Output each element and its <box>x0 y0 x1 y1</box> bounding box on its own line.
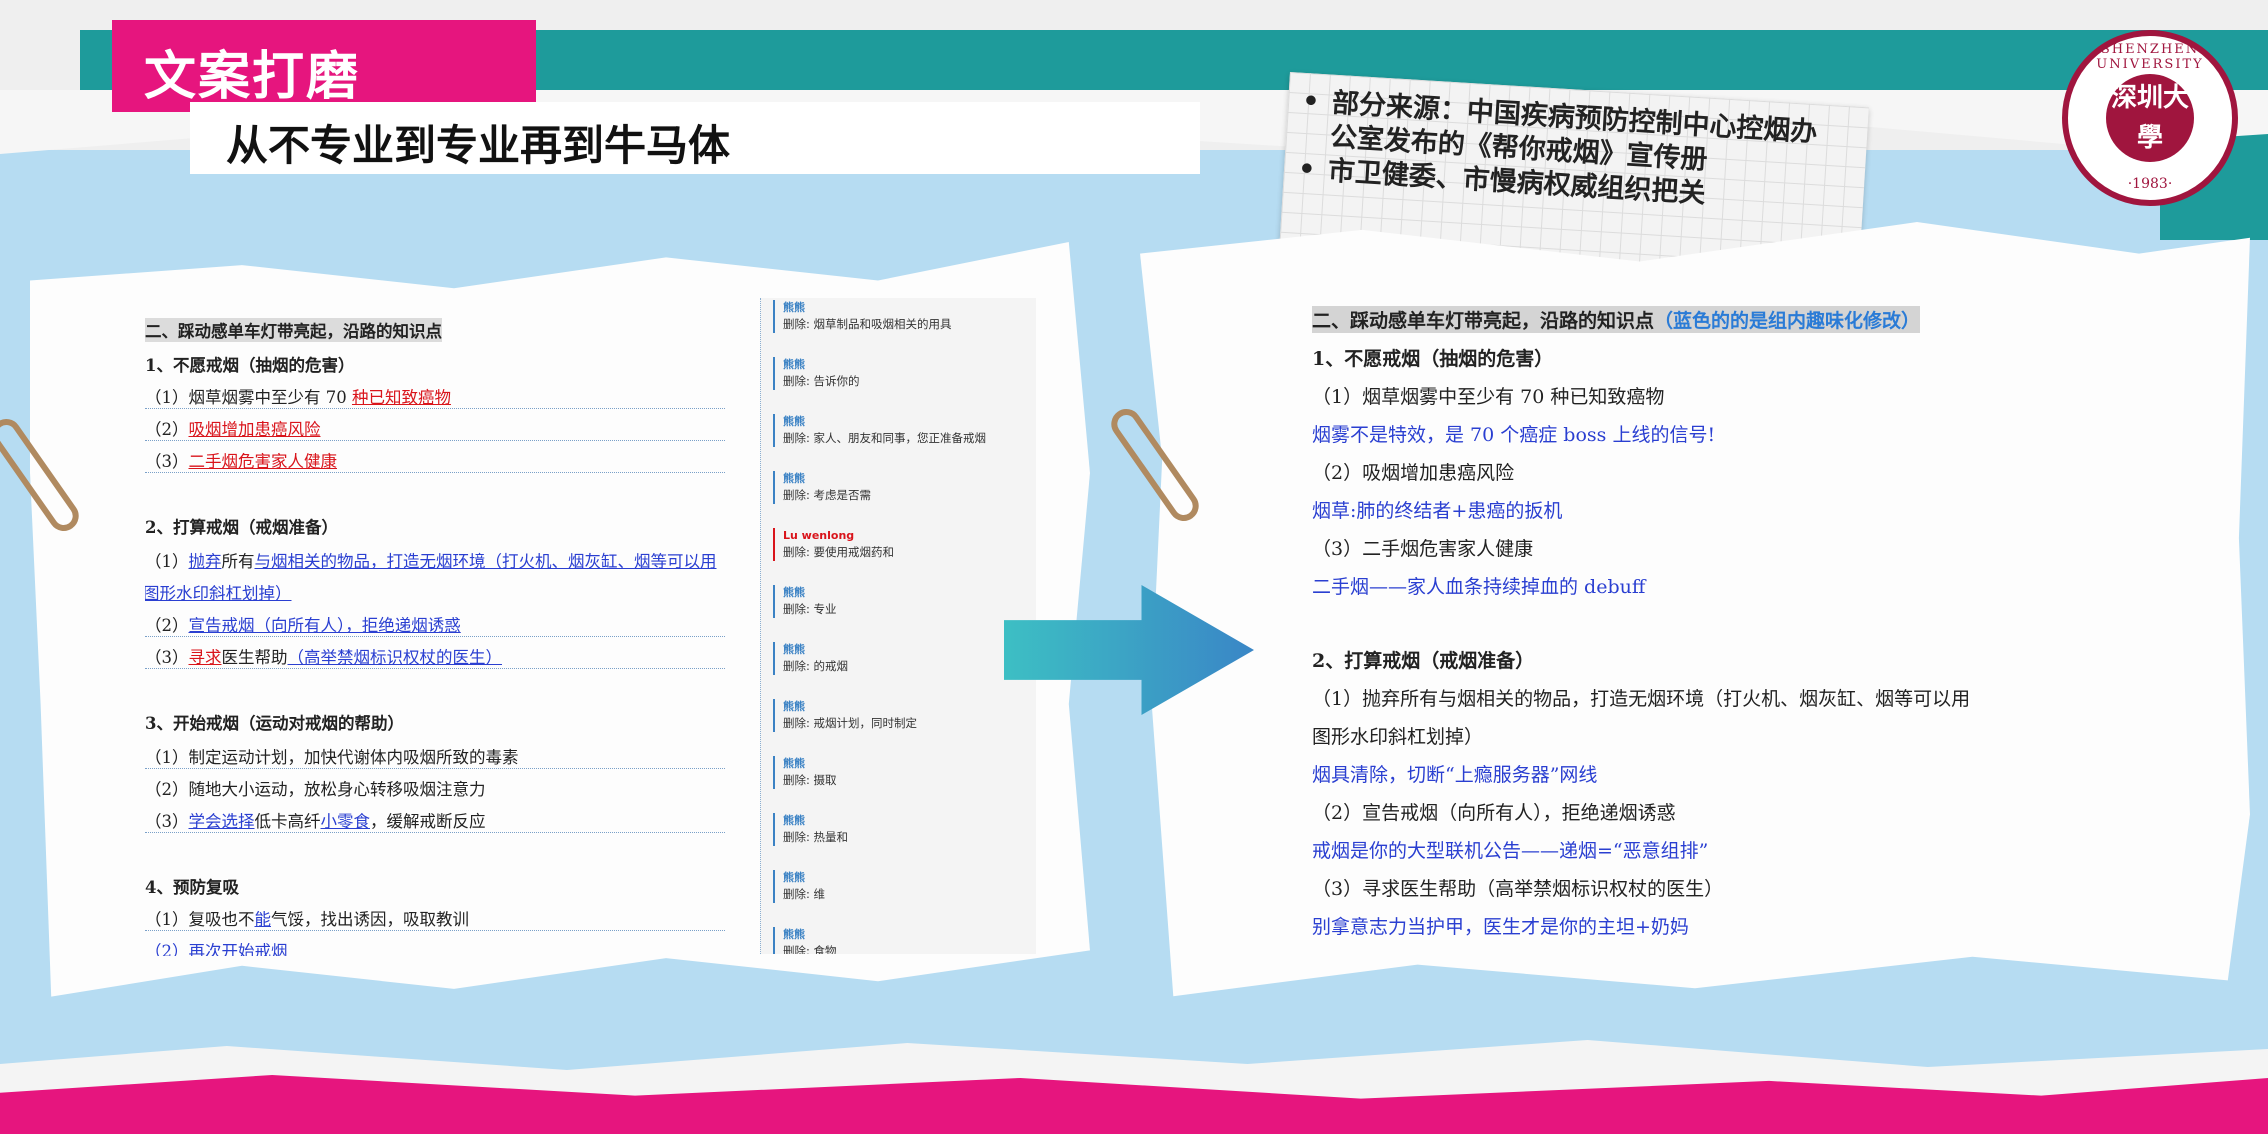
title-banner: 文案打磨 <box>112 20 536 112</box>
logo-center-text: 深圳大學 <box>2110 83 2189 153</box>
doc-line: （3）寻求医生帮助（高举禁烟标识权杖的医生） <box>1312 878 1724 900</box>
comment: 熊熊 删除: 专业 <box>773 585 1036 618</box>
doc-line: （2）再次开始戒烟 <box>145 942 288 956</box>
section-title: 3、开始戒烟（运动对戒烟的帮助） <box>145 714 404 733</box>
comment: 熊熊 删除: 考虑是否需 <box>773 471 1036 504</box>
fun-rewrite: 戒烟是你的大型联机公告——递烟=“恶意组排” <box>1312 840 1709 862</box>
doc-line: 图形水印斜杠划掉） <box>145 584 292 603</box>
doc-line: （2）吸烟增加患癌风险 <box>1312 462 1515 484</box>
doc-line: （1）抛弃所有与烟相关的物品，打造无烟环境（打火机、烟灰缸、烟等可以用 <box>145 552 717 571</box>
doc-line: （3）学会选择低卡高纤小零食，缓解戒断反应 <box>145 808 725 833</box>
fun-rewrite: 烟具清除，切断“上瘾服务器”网线 <box>1312 764 1598 786</box>
logo-year: ·1983· <box>2127 176 2173 192</box>
section-title: 4、预防复吸 <box>145 878 239 897</box>
doc-line: （3）二手烟危害家人健康 <box>145 448 725 473</box>
comment: 熊熊 删除: 维 <box>773 870 1036 903</box>
doc-line: （1）烟草烟雾中至少有 70 种已知致癌物 <box>145 384 725 409</box>
fun-rewrite: 二手烟——家人血条持续掉血的 debuff <box>1312 576 1646 598</box>
comment: 熊熊 删除: 热量和 <box>773 813 1036 846</box>
doc-line: （2）随地大小运动，放松身心转移吸烟注意力 <box>145 780 486 799</box>
doc-line: （1）制定运动计划，加快代谢体内吸烟所致的毒素 <box>145 744 725 769</box>
revised-document: 二、踩动感单车灯带亮起，沿路的知识点（蓝色的的是组内趣味化修改） 1、不愿戒烟（… <box>1312 302 2072 942</box>
university-logo: SHENZHEN UNIVERSITY 深圳大學 ·1983· <box>2062 30 2238 206</box>
section-title: 2、打算戒烟（戒烟准备） <box>1312 650 1535 672</box>
fun-rewrite: 别拿意志力当护甲，医生才是你的主坦+奶妈 <box>1312 916 1689 938</box>
section-title: 1、不愿戒烟（抽烟的危害） <box>1312 348 1554 370</box>
comment: Lu wenlong 删除: 要使用戒烟药和 <box>773 528 1036 561</box>
comment: 熊熊 删除: 戒烟计划，同时制定 <box>773 699 1036 732</box>
doc-line: （3）二手烟危害家人健康 <box>1312 538 1534 560</box>
comment: 熊熊 删除: 的戒烟 <box>773 642 1036 675</box>
comment: 熊熊 删除: 食物 <box>773 927 1036 954</box>
doc-line: （1）抛弃所有与烟相关的物品，打造无烟环境（打火机、烟灰缸、烟等可以用 <box>1312 688 1971 710</box>
comment: 熊熊 删除: 家人、朋友和同事，您正准备戒烟 <box>773 414 1036 447</box>
comment: 熊熊 删除: 摄取 <box>773 756 1036 789</box>
revision-comments: 熊熊 删除: 烟草制品和吸烟相关的用具 熊熊 删除: 告诉你的 熊熊 删除: 家人、朋… <box>760 298 1036 954</box>
fun-rewrite: 烟草:肺的终结者+患癌的扳机 <box>1312 500 1563 522</box>
doc-line: 图形水印斜杠划掉） <box>1312 726 1484 748</box>
page-title: 文案打磨 <box>144 47 361 107</box>
logo-ring-text: SHENZHEN UNIVERSITY <box>2096 42 2204 72</box>
fun-rewrite: 烟雾不是特效，是 70 个癌症 boss 上线的信号! <box>1312 424 1716 446</box>
doc-line: （3）寻求医生帮助（高举禁烟标识权杖的医生） <box>145 644 725 669</box>
section-title: 2、打算戒烟（戒烟准备） <box>145 518 338 537</box>
doc-line: （1）烟草烟雾中至少有 70 种已知致癌物 <box>1312 386 1665 408</box>
doc-line: （2）宣告戒烟（向所有人），拒绝递烟诱惑 <box>145 612 725 637</box>
comment: 熊熊 删除: 告诉你的 <box>773 357 1036 390</box>
doc-line: （1）复吸也不能气馁，找出诱因，吸取教训 <box>145 906 725 931</box>
comment: 熊熊 删除: 烟草制品和吸烟相关的用具 <box>773 300 1036 333</box>
logo-emblem: 深圳大學 <box>2106 74 2194 162</box>
section-title: 1、不愿戒烟（抽烟的危害） <box>145 356 355 375</box>
subtitle-banner: 从不专业到专业再到牛马体 <box>190 102 1200 174</box>
doc-line: （2）吸烟增加患癌风险 <box>145 416 725 441</box>
doc-heading: 二、踩动感单车灯带亮起，沿路的知识点 <box>145 318 442 342</box>
doc-line: （2）宣告戒烟（向所有人），拒绝递烟诱惑 <box>1312 802 1676 824</box>
original-document: 二、踩动感单车灯带亮起，沿路的知识点 1、不愿戒烟（抽烟的危害） （1）烟草烟雾… <box>145 312 735 956</box>
page-subtitle: 从不专业到专业再到牛马体 <box>226 121 731 170</box>
doc-heading: 二、踩动感单车灯带亮起，沿路的知识点（蓝色的的是组内趣味化修改） <box>1312 306 1921 333</box>
